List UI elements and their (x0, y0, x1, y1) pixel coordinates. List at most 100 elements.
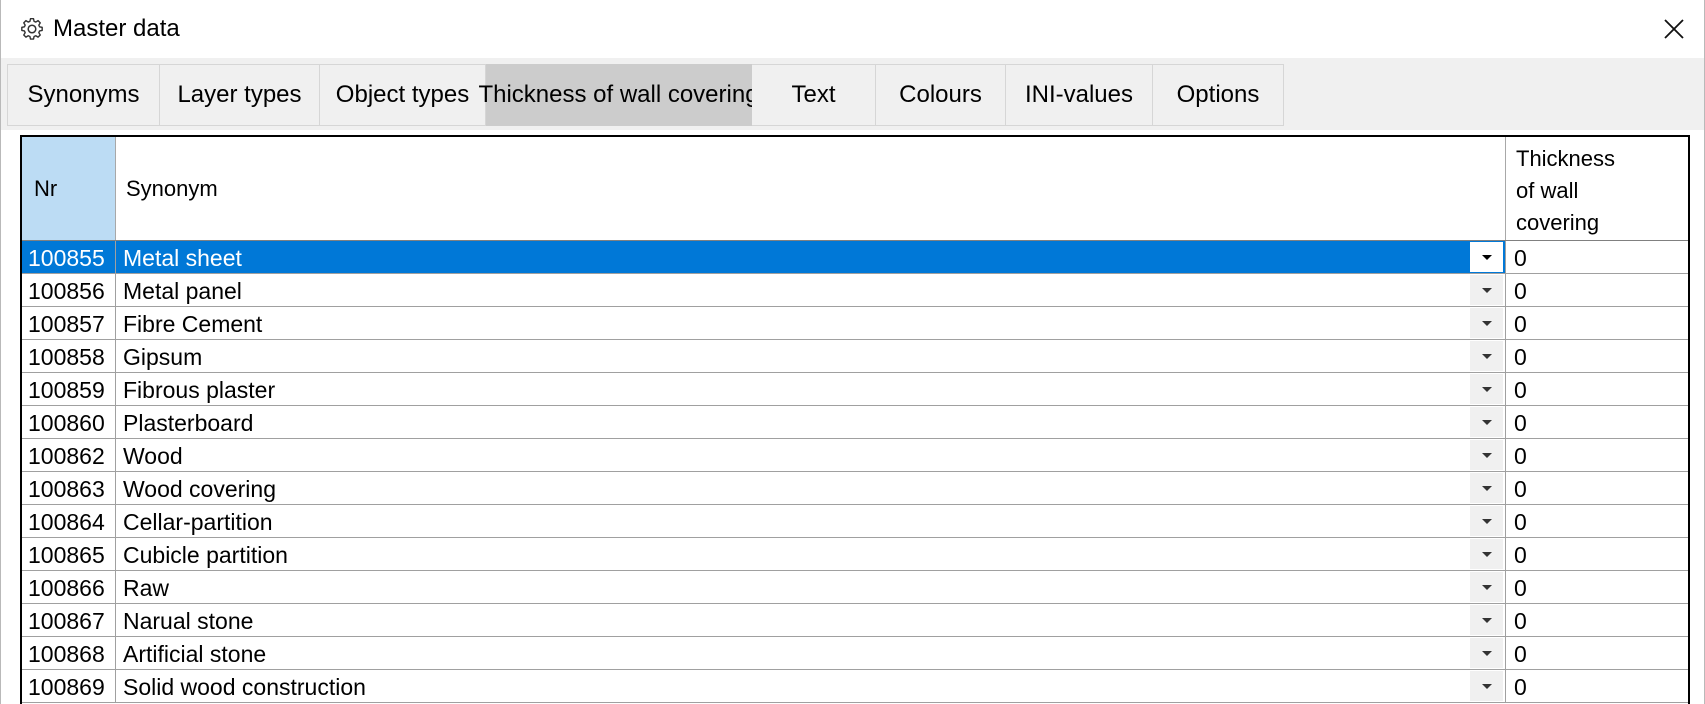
table-row[interactable]: 100869 Solid wood construction 0 (22, 670, 1688, 703)
tab-label: Text (791, 81, 836, 108)
cell-synonym[interactable]: Wood covering (116, 472, 1506, 504)
table-row[interactable]: 100865 Cubicle partition 0 (22, 538, 1688, 571)
column-header-thickness[interactable]: Thickness of wall covering (1506, 137, 1688, 240)
cell-nr[interactable]: 100859 (22, 373, 116, 405)
cell-thickness[interactable]: 0 (1506, 604, 1688, 636)
table-row[interactable]: 100864 Cellar-partition 0 (22, 505, 1688, 538)
cell-nr[interactable]: 100869 (22, 670, 116, 702)
table-row[interactable]: 100866 Raw 0 (22, 571, 1688, 604)
cell-nr[interactable]: 100855 (22, 241, 116, 273)
cell-synonym[interactable]: Solid wood construction (116, 670, 1506, 702)
cell-synonym[interactable]: Cellar-partition (116, 505, 1506, 537)
cell-nr[interactable]: 100867 (22, 604, 116, 636)
table-row[interactable]: 100862 Wood 0 (22, 439, 1688, 472)
chevron-down-icon (1481, 518, 1492, 524)
synonym-dropdown-button[interactable] (1470, 407, 1503, 437)
cell-synonym[interactable]: Metal panel (116, 274, 1506, 306)
thickness-grid[interactable]: Nr Synonym Thickness of wall covering 10… (20, 135, 1690, 704)
cell-nr[interactable]: 100868 (22, 637, 116, 669)
synonym-dropdown-button[interactable] (1470, 440, 1503, 470)
tab-label: Thickness of wall covering (478, 81, 759, 108)
cell-nr[interactable]: 100862 (22, 439, 116, 471)
tab-bar: Synonyms Layer types Object types Thickn… (7, 64, 1284, 126)
synonym-dropdown-button[interactable] (1470, 572, 1503, 602)
cell-nr[interactable]: 100864 (22, 505, 116, 537)
chevron-down-icon (1481, 551, 1492, 557)
chevron-down-icon (1481, 683, 1492, 689)
column-header-nr[interactable]: Nr (22, 137, 116, 240)
cell-thickness[interactable]: 0 (1506, 571, 1688, 603)
cell-synonym[interactable]: Plasterboard (116, 406, 1506, 438)
cell-synonym[interactable]: Wood (116, 439, 1506, 471)
master-data-window: Master data Synonyms Layer types Object … (0, 0, 1705, 704)
table-row[interactable]: 100859 Fibrous plaster 0 (22, 373, 1688, 406)
synonym-dropdown-button[interactable] (1470, 506, 1503, 536)
cell-thickness[interactable]: 0 (1506, 472, 1688, 504)
cell-nr[interactable]: 100866 (22, 571, 116, 603)
cell-thickness[interactable]: 0 (1506, 406, 1688, 438)
chevron-down-icon (1481, 452, 1492, 458)
table-row[interactable]: 100868 Artificial stone 0 (22, 637, 1688, 670)
cell-thickness[interactable]: 0 (1506, 670, 1688, 702)
table-row[interactable]: 100855 Metal sheet 0 (22, 241, 1688, 274)
cell-thickness[interactable]: 0 (1506, 538, 1688, 570)
cell-synonym[interactable]: Gipsum (116, 340, 1506, 372)
cell-synonym[interactable]: Narual stone (116, 604, 1506, 636)
synonym-dropdown-button[interactable] (1470, 605, 1503, 635)
chevron-down-icon (1481, 650, 1492, 656)
cell-thickness[interactable]: 0 (1506, 307, 1688, 339)
cell-synonym[interactable]: Cubicle partition (116, 538, 1506, 570)
table-row[interactable]: 100856 Metal panel 0 (22, 274, 1688, 307)
cell-nr[interactable]: 100865 (22, 538, 116, 570)
cell-nr[interactable]: 100858 (22, 340, 116, 372)
table-row[interactable]: 100863 Wood covering 0 (22, 472, 1688, 505)
synonym-dropdown-button[interactable] (1470, 341, 1503, 371)
cell-thickness[interactable]: 0 (1506, 340, 1688, 372)
tab-layer-types[interactable]: Layer types (160, 64, 320, 126)
tab-colours[interactable]: Colours (876, 64, 1006, 126)
chevron-down-icon (1481, 617, 1492, 623)
grid-rows: 100855 Metal sheet 0 100856 Metal panel 0 1008… (22, 241, 1688, 703)
synonym-dropdown-button[interactable] (1470, 638, 1503, 668)
tab-label: Options (1176, 81, 1260, 108)
cell-thickness[interactable]: 0 (1506, 373, 1688, 405)
chevron-down-icon (1481, 254, 1492, 260)
synonym-dropdown-button[interactable] (1470, 275, 1503, 305)
cell-synonym[interactable]: Raw (116, 571, 1506, 603)
cell-nr[interactable]: 100856 (22, 274, 116, 306)
tab-options[interactable]: Options (1153, 64, 1284, 126)
synonym-dropdown-button[interactable] (1470, 473, 1503, 503)
synonym-dropdown-button[interactable] (1470, 539, 1503, 569)
table-row[interactable]: 100860 Plasterboard 0 (22, 406, 1688, 439)
cell-synonym[interactable]: Artificial stone (116, 637, 1506, 669)
chevron-down-icon (1481, 287, 1492, 293)
cell-synonym[interactable]: Fibre Cement (116, 307, 1506, 339)
tab-label: Object types (335, 81, 470, 108)
window-title: Master data (53, 15, 180, 42)
cell-synonym[interactable]: Fibrous plaster (116, 373, 1506, 405)
cell-nr[interactable]: 100860 (22, 406, 116, 438)
cell-thickness[interactable]: 0 (1506, 505, 1688, 537)
tab-thickness-of-wall-covering[interactable]: Thickness of wall covering (478, 64, 759, 126)
cell-thickness[interactable]: 0 (1506, 637, 1688, 669)
cell-thickness[interactable]: 0 (1506, 274, 1688, 306)
close-button[interactable] (1644, 0, 1704, 58)
synonym-dropdown-button[interactable] (1470, 374, 1503, 404)
table-row[interactable]: 100858 Gipsum 0 (22, 340, 1688, 373)
tab-label: INI-values (1024, 81, 1134, 108)
synonym-dropdown-button[interactable] (1470, 308, 1503, 338)
cell-synonym[interactable]: Metal sheet (116, 241, 1506, 273)
table-row[interactable]: 100867 Narual stone 0 (22, 604, 1688, 637)
tab-ini-values[interactable]: INI-values (1006, 64, 1153, 126)
synonym-dropdown-button[interactable] (1470, 242, 1503, 272)
cell-thickness[interactable]: 0 (1506, 241, 1688, 273)
synonym-dropdown-button[interactable] (1470, 671, 1503, 701)
tab-object-types[interactable]: Object types (320, 64, 486, 126)
tab-text[interactable]: Text (752, 64, 876, 126)
cell-nr[interactable]: 100857 (22, 307, 116, 339)
table-row[interactable]: 100857 Fibre Cement 0 (22, 307, 1688, 340)
column-header-synonym[interactable]: Synonym (116, 137, 1506, 240)
cell-thickness[interactable]: 0 (1506, 439, 1688, 471)
cell-nr[interactable]: 100863 (22, 472, 116, 504)
tab-synonyms[interactable]: Synonyms (7, 64, 160, 126)
